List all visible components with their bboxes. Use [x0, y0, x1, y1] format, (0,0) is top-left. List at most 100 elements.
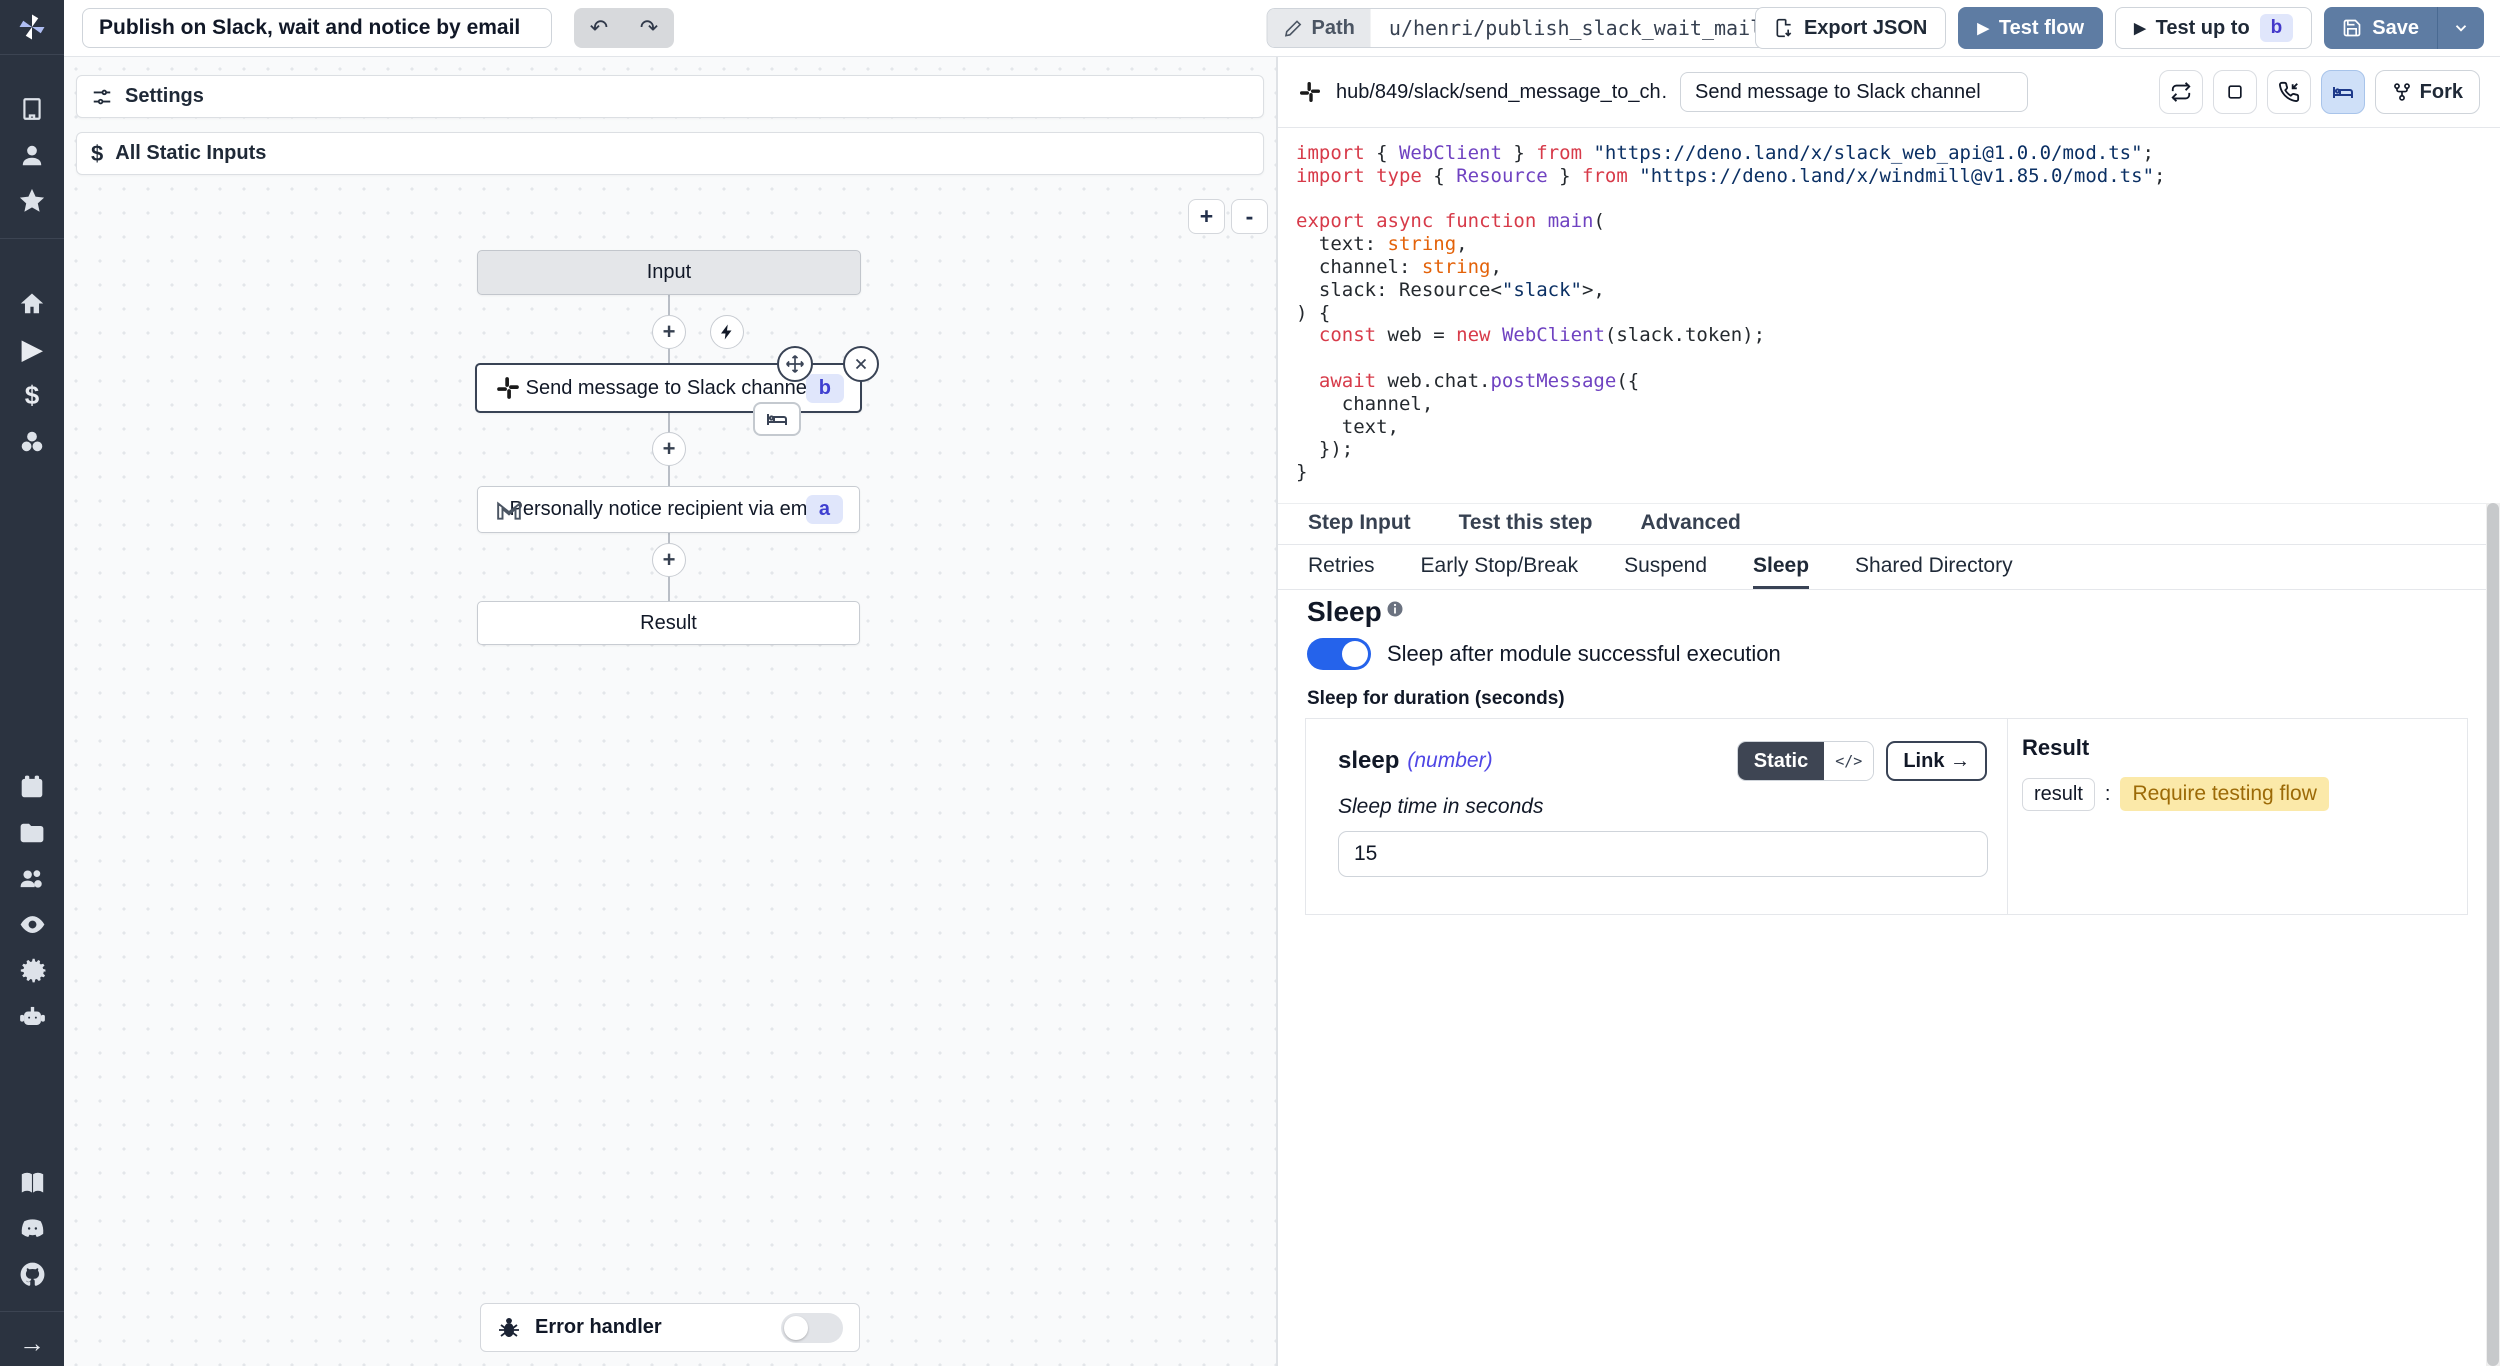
tab-step-input[interactable]: Step Input: [1308, 504, 1411, 544]
move-node-handle[interactable]: [777, 346, 813, 382]
user-icon[interactable]: [0, 132, 64, 178]
bug-icon: [497, 1316, 521, 1340]
tab-advanced[interactable]: Advanced: [1640, 504, 1740, 544]
sleep-settings-panel: Sleep Sleep after module successful exec…: [1278, 590, 2500, 1366]
early-stop-toggle-button[interactable]: [2213, 70, 2257, 114]
git-fork-icon: [2392, 82, 2412, 102]
step-tabs: Step Input Test this step Advanced: [1278, 503, 2500, 545]
favorites-star-icon[interactable]: [0, 178, 64, 224]
flow-title-input[interactable]: [82, 8, 552, 48]
trigger-bolt-button[interactable]: [710, 315, 744, 349]
discord-icon[interactable]: [0, 1205, 64, 1251]
slack-icon: [495, 375, 521, 401]
step-name-input[interactable]: [1680, 72, 2028, 112]
stop-square-icon: [2225, 82, 2245, 102]
sleep-field-name: sleep: [1338, 747, 1399, 775]
chevron-down-icon: [2452, 19, 2470, 37]
zoom-in-button[interactable]: +: [1188, 199, 1225, 234]
sleep-indicator-chip[interactable]: [753, 402, 801, 436]
zoom-out-button[interactable]: -: [1231, 199, 1268, 234]
code-editor[interactable]: import { WebClient } from "https://deno.…: [1278, 128, 2500, 503]
code-mode-button[interactable]: </>: [1824, 742, 1873, 780]
undo-button[interactable]: ↶: [574, 8, 624, 48]
flow-node-result[interactable]: Result: [477, 601, 860, 645]
result-pane: Result result : Require testing flow: [2008, 719, 2467, 914]
tab-test-this-step[interactable]: Test this step: [1459, 504, 1593, 544]
flow-canvas[interactable]: Settings $ All Static Inputs + - Input +…: [64, 57, 1276, 1366]
path-value[interactable]: u/henri/publish_slack_wait_mail: [1371, 9, 1780, 47]
error-handler-bar[interactable]: Error handler: [480, 1303, 860, 1352]
workers-robot-icon[interactable]: [0, 994, 64, 1040]
code-line: [1296, 347, 2500, 370]
gmail-icon: [496, 499, 522, 521]
code-line: slack: Resource<"slack">,: [1296, 279, 2500, 302]
settings-gear-icon[interactable]: [0, 948, 64, 994]
tab-early-stop-break[interactable]: Early Stop/Break: [1421, 545, 1579, 589]
result-key-pill: result: [2022, 778, 2095, 811]
node-id-badge: a: [806, 495, 843, 524]
fork-button[interactable]: Fork: [2375, 70, 2480, 114]
add-step-button[interactable]: +: [652, 432, 686, 466]
sleep-seconds-input[interactable]: [1338, 831, 1988, 877]
sleep-toggle-row: Sleep after module successful execution: [1307, 638, 1781, 670]
flow-node-input[interactable]: Input: [477, 250, 861, 295]
github-icon[interactable]: [0, 1251, 64, 1297]
scrollbar-thumb[interactable]: [2487, 503, 2499, 1366]
repeat-icon: [2170, 81, 2192, 103]
code-line: text: string,: [1296, 233, 2500, 256]
groups-icon[interactable]: [0, 856, 64, 902]
code-line: import { WebClient } from "https://deno.…: [1296, 142, 2500, 165]
flow-settings-bar[interactable]: Settings: [76, 75, 1264, 118]
tab-retries[interactable]: Retries: [1308, 545, 1375, 589]
export-json-button[interactable]: Export JSON: [1755, 7, 1946, 49]
static-mode-button[interactable]: Static: [1738, 742, 1824, 780]
schedules-calendar-icon[interactable]: [0, 764, 64, 810]
sleep-enabled-toggle[interactable]: [1307, 638, 1371, 670]
audit-eye-icon[interactable]: [0, 902, 64, 948]
test-up-to-button[interactable]: ▶ Test up to b: [2115, 7, 2312, 49]
tab-sleep[interactable]: Sleep: [1753, 545, 1809, 589]
save-dropdown-button[interactable]: [2438, 7, 2484, 49]
lightning-bolt-icon: [718, 323, 736, 341]
rail-divider: [0, 1311, 64, 1312]
flow-path-group[interactable]: Path u/henri/publish_slack_wait_mail: [1267, 8, 1782, 48]
sleep-toggle-button[interactable]: [2321, 70, 2365, 114]
add-step-button[interactable]: +: [652, 315, 686, 349]
expand-sidebar-arrow-icon[interactable]: →: [0, 1320, 64, 1366]
windmill-logo[interactable]: [0, 0, 64, 55]
all-static-inputs-bar[interactable]: $ All Static Inputs: [76, 132, 1264, 175]
error-handler-toggle[interactable]: [781, 1313, 843, 1343]
docs-book-icon[interactable]: [0, 1160, 64, 1206]
delete-node-button[interactable]: [843, 346, 879, 382]
flow-node-email[interactable]: Personally notice recipient via email a: [477, 486, 860, 533]
code-line: export async function main(: [1296, 210, 2500, 233]
tab-shared-directory[interactable]: Shared Directory: [1855, 545, 2013, 589]
variables-dollar-icon[interactable]: $: [0, 373, 64, 419]
suspend-toggle-button[interactable]: [2267, 70, 2311, 114]
code-line: ) {: [1296, 302, 2500, 325]
redo-button[interactable]: ↷: [624, 8, 674, 48]
advanced-subtabs: Retries Early Stop/Break Suspend Sleep S…: [1278, 545, 2500, 590]
add-step-button[interactable]: +: [652, 543, 686, 577]
play-icon: ▶: [2134, 19, 2146, 37]
workspace-building-icon[interactable]: [0, 87, 64, 133]
save-button[interactable]: Save: [2324, 7, 2437, 49]
runs-play-icon[interactable]: ▶: [0, 327, 64, 373]
hub-script-path[interactable]: hub/849/slack/send_message_to_ch…: [1336, 81, 1666, 104]
retries-toggle-button[interactable]: [2159, 70, 2203, 114]
link-button[interactable]: Link →: [1886, 741, 1987, 781]
tab-suspend[interactable]: Suspend: [1624, 545, 1707, 589]
info-icon[interactable]: [1386, 600, 1404, 618]
resources-cubes-icon[interactable]: [0, 419, 64, 465]
home-icon[interactable]: [0, 281, 64, 327]
move-arrows-icon: [785, 354, 805, 374]
bed-icon: [765, 407, 789, 431]
folders-icon[interactable]: [0, 810, 64, 856]
step-editor-header: hub/849/slack/send_message_to_ch… Fork: [1278, 57, 2500, 128]
test-flow-button[interactable]: ▶ Test flow: [1958, 7, 2103, 49]
code-line: import type { Resource } from "https://d…: [1296, 165, 2500, 188]
panel-scrollbar[interactable]: [2486, 503, 2500, 1366]
sliders-icon: [91, 86, 113, 108]
sleep-form: sleep (number) Static </> Link → Sleep t…: [1306, 719, 2008, 914]
code-line: const web = new WebClient(slack.token);: [1296, 324, 2500, 347]
